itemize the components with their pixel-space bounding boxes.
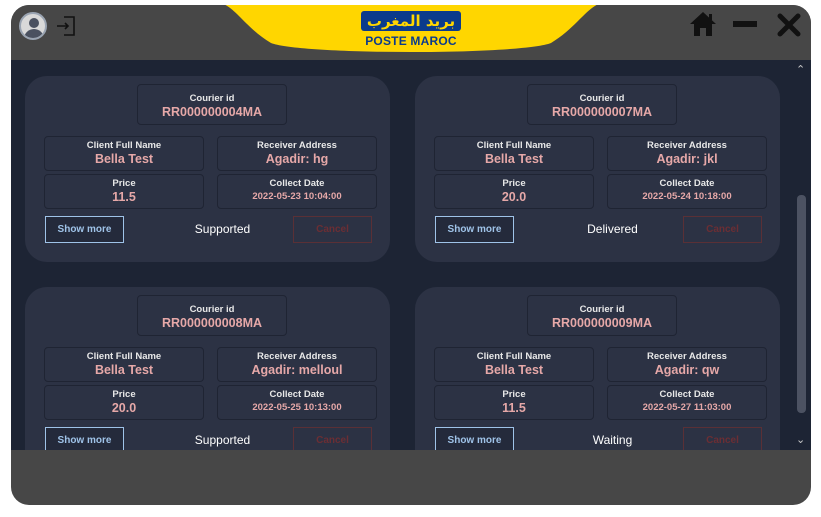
collect-date-label: Collect Date [659,389,715,400]
minimize-icon[interactable] [733,21,757,27]
courier-id-label: Courier id [189,93,235,104]
client-box: Client Full Name Bella Test [434,136,594,171]
user-avatar-icon[interactable] [19,12,47,40]
show-more-button[interactable]: Show more [435,216,514,243]
courier-id-label: Courier id [189,304,235,315]
status-text: Supported [194,433,251,447]
courier-id-value: RR000000007MA [551,105,653,119]
courier-id-box: Courier id RR000000008MA [137,295,287,336]
price-box: Price 20.0 [434,174,594,209]
collect-date-box: Collect Date 2022-05-23 10:04:00 [217,174,377,209]
status-text: Supported [194,222,251,236]
courier-card: Courier id RR000000004MA Client Full Nam… [25,76,390,262]
address-label: Receiver Address [647,140,727,151]
scroll-down-chevron-icon[interactable]: ⌄ [796,433,805,446]
address-box: Receiver Address Agadir: melloul [217,347,377,382]
courier-id-value: RR000000009MA [551,316,653,330]
price-value: 20.0 [111,401,137,415]
collect-date-box: Collect Date 2022-05-25 10:13:00 [217,385,377,420]
collect-date-label: Collect Date [659,178,715,189]
app-window: بريد المغرب POSTE MAROC Courier id RR000… [11,5,811,505]
price-box: Price 11.5 [434,385,594,420]
address-value: Agadir: jkl [656,152,718,166]
address-box: Receiver Address Agadir: qw [607,347,767,382]
client-label: Client Full Name [476,140,552,151]
collect-date-box: Collect Date 2022-05-24 10:18:00 [607,174,767,209]
client-box: Client Full Name Bella Test [44,136,204,171]
address-box: Receiver Address Agadir: jkl [607,136,767,171]
address-box: Receiver Address Agadir: hg [217,136,377,171]
client-label: Client Full Name [86,351,162,362]
courier-id-label: Courier id [579,304,625,315]
client-value: Bella Test [94,363,154,377]
cancel-button[interactable]: Cancel [293,427,372,450]
brand-arabic: بريد المغرب [361,11,461,31]
courier-id-box: Courier id RR000000007MA [527,84,677,125]
client-value: Bella Test [484,363,544,377]
price-label: Price [112,178,136,189]
price-label: Price [502,389,526,400]
client-box: Client Full Name Bella Test [434,347,594,382]
courier-card: Courier id RR000000007MA Client Full Nam… [415,76,780,262]
logout-icon[interactable] [55,14,79,38]
status-text: Waiting [592,433,633,447]
courier-card: Courier id RR000000008MA Client Full Nam… [25,287,390,450]
collect-date-value: 2022-05-27 11:03:00 [642,402,732,413]
courier-id-label: Courier id [579,93,625,104]
brand-latin: POSTE MAROC [365,34,457,48]
price-value: 11.5 [112,190,136,204]
collect-date-box: Collect Date 2022-05-27 11:03:00 [607,385,767,420]
courier-id-value: RR000000008MA [161,316,263,330]
show-more-button[interactable]: Show more [45,216,124,243]
address-value: Agadir: hg [265,152,329,166]
scrollbar-thumb[interactable] [797,195,806,413]
courier-id-box: Courier id RR000000004MA [137,84,287,125]
home-icon[interactable] [689,11,717,37]
client-label: Client Full Name [86,140,162,151]
show-more-button[interactable]: Show more [45,427,124,450]
title-bar: بريد المغرب POSTE MAROC [11,5,811,60]
courier-id-box: Courier id RR000000009MA [527,295,677,336]
address-label: Receiver Address [257,351,337,362]
price-value: 20.0 [501,190,527,204]
brand-banner: بريد المغرب POSTE MAROC [221,5,601,55]
price-box: Price 20.0 [44,385,204,420]
collect-date-value: 2022-05-25 10:13:00 [252,402,342,413]
show-more-button[interactable]: Show more [435,427,514,450]
client-value: Bella Test [484,152,544,166]
price-label: Price [112,389,136,400]
cancel-button[interactable]: Cancel [683,427,762,450]
client-box: Client Full Name Bella Test [44,347,204,382]
close-icon[interactable] [777,13,801,37]
client-label: Client Full Name [476,351,552,362]
courier-list[interactable]: Courier id RR000000004MA Client Full Nam… [11,60,811,450]
price-label: Price [502,178,526,189]
cancel-button[interactable]: Cancel [683,216,762,243]
address-label: Receiver Address [647,351,727,362]
scroll-up-chevron-icon[interactable]: ⌃ [796,63,805,76]
address-label: Receiver Address [257,140,337,151]
price-box: Price 11.5 [44,174,204,209]
client-value: Bella Test [94,152,154,166]
collect-date-value: 2022-05-24 10:18:00 [642,191,732,202]
collect-date-value: 2022-05-23 10:04:00 [252,191,342,202]
address-value: Agadir: melloul [251,363,343,377]
price-value: 11.5 [502,401,526,415]
status-text: Delivered [587,222,638,236]
collect-date-label: Collect Date [269,389,325,400]
courier-card: Courier id RR000000009MA Client Full Nam… [415,287,780,450]
cancel-button[interactable]: Cancel [293,216,372,243]
address-value: Agadir: qw [654,363,720,377]
courier-id-value: RR000000004MA [161,105,263,119]
collect-date-label: Collect Date [269,178,325,189]
